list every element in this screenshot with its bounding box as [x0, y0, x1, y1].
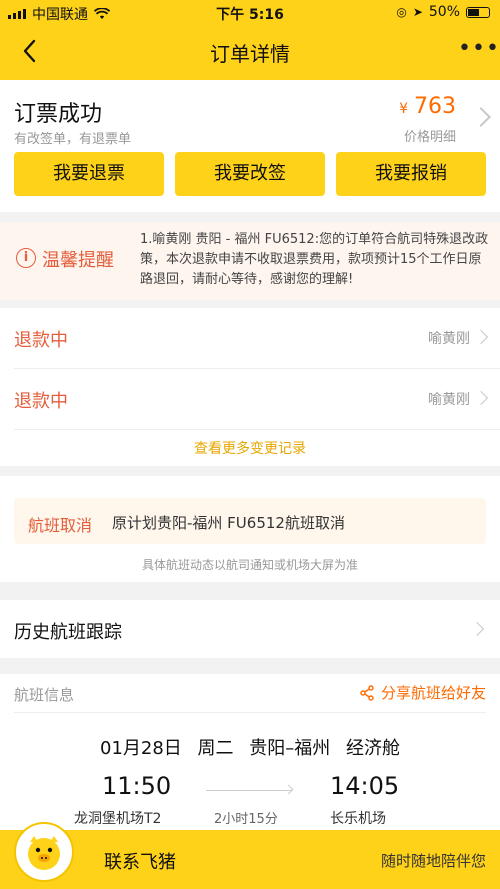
arrival-time: 14:05 — [330, 772, 400, 800]
nav-bar: 订单详情 ••• — [0, 26, 500, 76]
order-status: 订票成功 — [14, 102, 103, 127]
refund-status: 退款中 — [14, 391, 68, 412]
refund-status: 退款中 — [14, 330, 68, 351]
contact-fliggy-button[interactable]: 联系飞猪 — [104, 848, 176, 874]
order-price[interactable]: ¥763 — [399, 94, 456, 119]
share-icon — [360, 684, 374, 701]
location-icon: ➤ — [412, 5, 423, 19]
page-title: 订单详情 — [210, 42, 290, 66]
battery-icon — [466, 6, 490, 18]
more-button[interactable]: ••• — [458, 36, 499, 66]
refund-ticket-button[interactable]: 我要退票 — [14, 152, 164, 196]
more-records-link[interactable]: 查看更多变更记录 — [0, 438, 500, 458]
fliggy-mascot-avatar[interactable] — [14, 822, 74, 882]
order-substatus: 有改签单，有退票单 — [14, 132, 132, 147]
chevron-right-icon — [473, 329, 489, 345]
currency-symbol: ¥ — [399, 101, 408, 117]
passenger-name: 喻黄刚 — [428, 331, 470, 347]
pig-mascot-icon — [28, 836, 60, 870]
flight-info-title: 航班信息 — [14, 686, 75, 704]
anytime-slogan: 随时随地陪伴您 — [380, 852, 486, 870]
battery-percent: 50% — [428, 4, 460, 20]
cancel-notice: 航班取消 原计划贵阳-福州 FU6512航班取消 — [14, 498, 486, 544]
reminder-title: 温馨提醒 — [42, 250, 114, 271]
cancel-text: 原计划贵阳-福州 FU6512航班取消 — [112, 514, 345, 532]
departure-time: 11:50 — [102, 772, 172, 800]
status-right: ◎ ➤ 50% — [396, 4, 490, 20]
flight-cancel-card: 航班取消 原计划贵阳-福州 FU6512航班取消 具体航班动态以航司通知或机场大… — [0, 476, 500, 582]
price-detail-link[interactable]: 价格明细 — [404, 126, 456, 145]
refund-row[interactable]: 退款中 喻黄刚 — [0, 369, 500, 429]
flight-info-card: 航班信息 分享航班给好友 01月28日 周二 贵阳–福州 经济舱 11:50 1… — [0, 674, 500, 834]
price-value: 763 — [414, 94, 456, 119]
share-flight-button[interactable]: 分享航班给好友 — [359, 682, 486, 703]
divider — [14, 429, 500, 430]
bottom-bar: 联系飞猪 随时随地陪伴您 — [0, 822, 500, 889]
change-ticket-button[interactable]: 我要改签 — [175, 152, 325, 196]
order-summary-card: 订票成功 有改签单，有退票单 ¥763 价格明细 我要退票 我要改签 我要报销 — [0, 80, 500, 212]
reminder-banner: i 温馨提醒 1.喻黄刚 贵阳 - 福州 FU6512:您的订单符合航司特殊退改… — [0, 222, 500, 300]
reminder-text: 1.喻黄刚 贵阳 - 福州 FU6512:您的订单符合航司特殊退改政策，本次退款… — [140, 232, 489, 287]
divider — [14, 712, 486, 713]
arrival-airport: 长乐机场 — [330, 811, 386, 827]
departure-airport: 龙洞堡机场T2 — [74, 811, 162, 827]
history-flight-row[interactable]: 历史航班跟踪 — [0, 600, 500, 658]
passenger-name: 喻黄刚 — [428, 392, 470, 408]
chevron-right-icon[interactable] — [471, 107, 491, 127]
cancel-note: 具体航班动态以航司通知或机场大屏为准 — [141, 558, 358, 572]
refund-row[interactable]: 退款中 喻黄刚 — [0, 308, 500, 368]
flight-route: 01月28日 周二 贵阳–福州 经济舱 — [100, 738, 400, 759]
arrow-right-icon — [206, 790, 292, 791]
info-icon: i — [16, 248, 36, 268]
status-bar: 中国联通 下午 5:16 ◎ ➤ 50% — [0, 0, 500, 24]
rotation-lock-icon: ◎ — [396, 5, 407, 19]
share-label: 分享航班给好友 — [380, 684, 486, 702]
history-title: 历史航班跟踪 — [14, 622, 122, 643]
flight-duration: 2小时15分 — [214, 812, 278, 827]
chevron-right-icon — [469, 621, 485, 637]
refund-list: 退款中 喻黄刚 退款中 喻黄刚 查看更多变更记录 — [0, 308, 500, 466]
header: 中国联通 下午 5:16 ◎ ➤ 50% 订单详情 ••• — [0, 0, 500, 80]
cancel-tag: 航班取消 — [28, 516, 93, 535]
chevron-right-icon — [473, 390, 489, 406]
reimbursement-button[interactable]: 我要报销 — [336, 152, 486, 196]
